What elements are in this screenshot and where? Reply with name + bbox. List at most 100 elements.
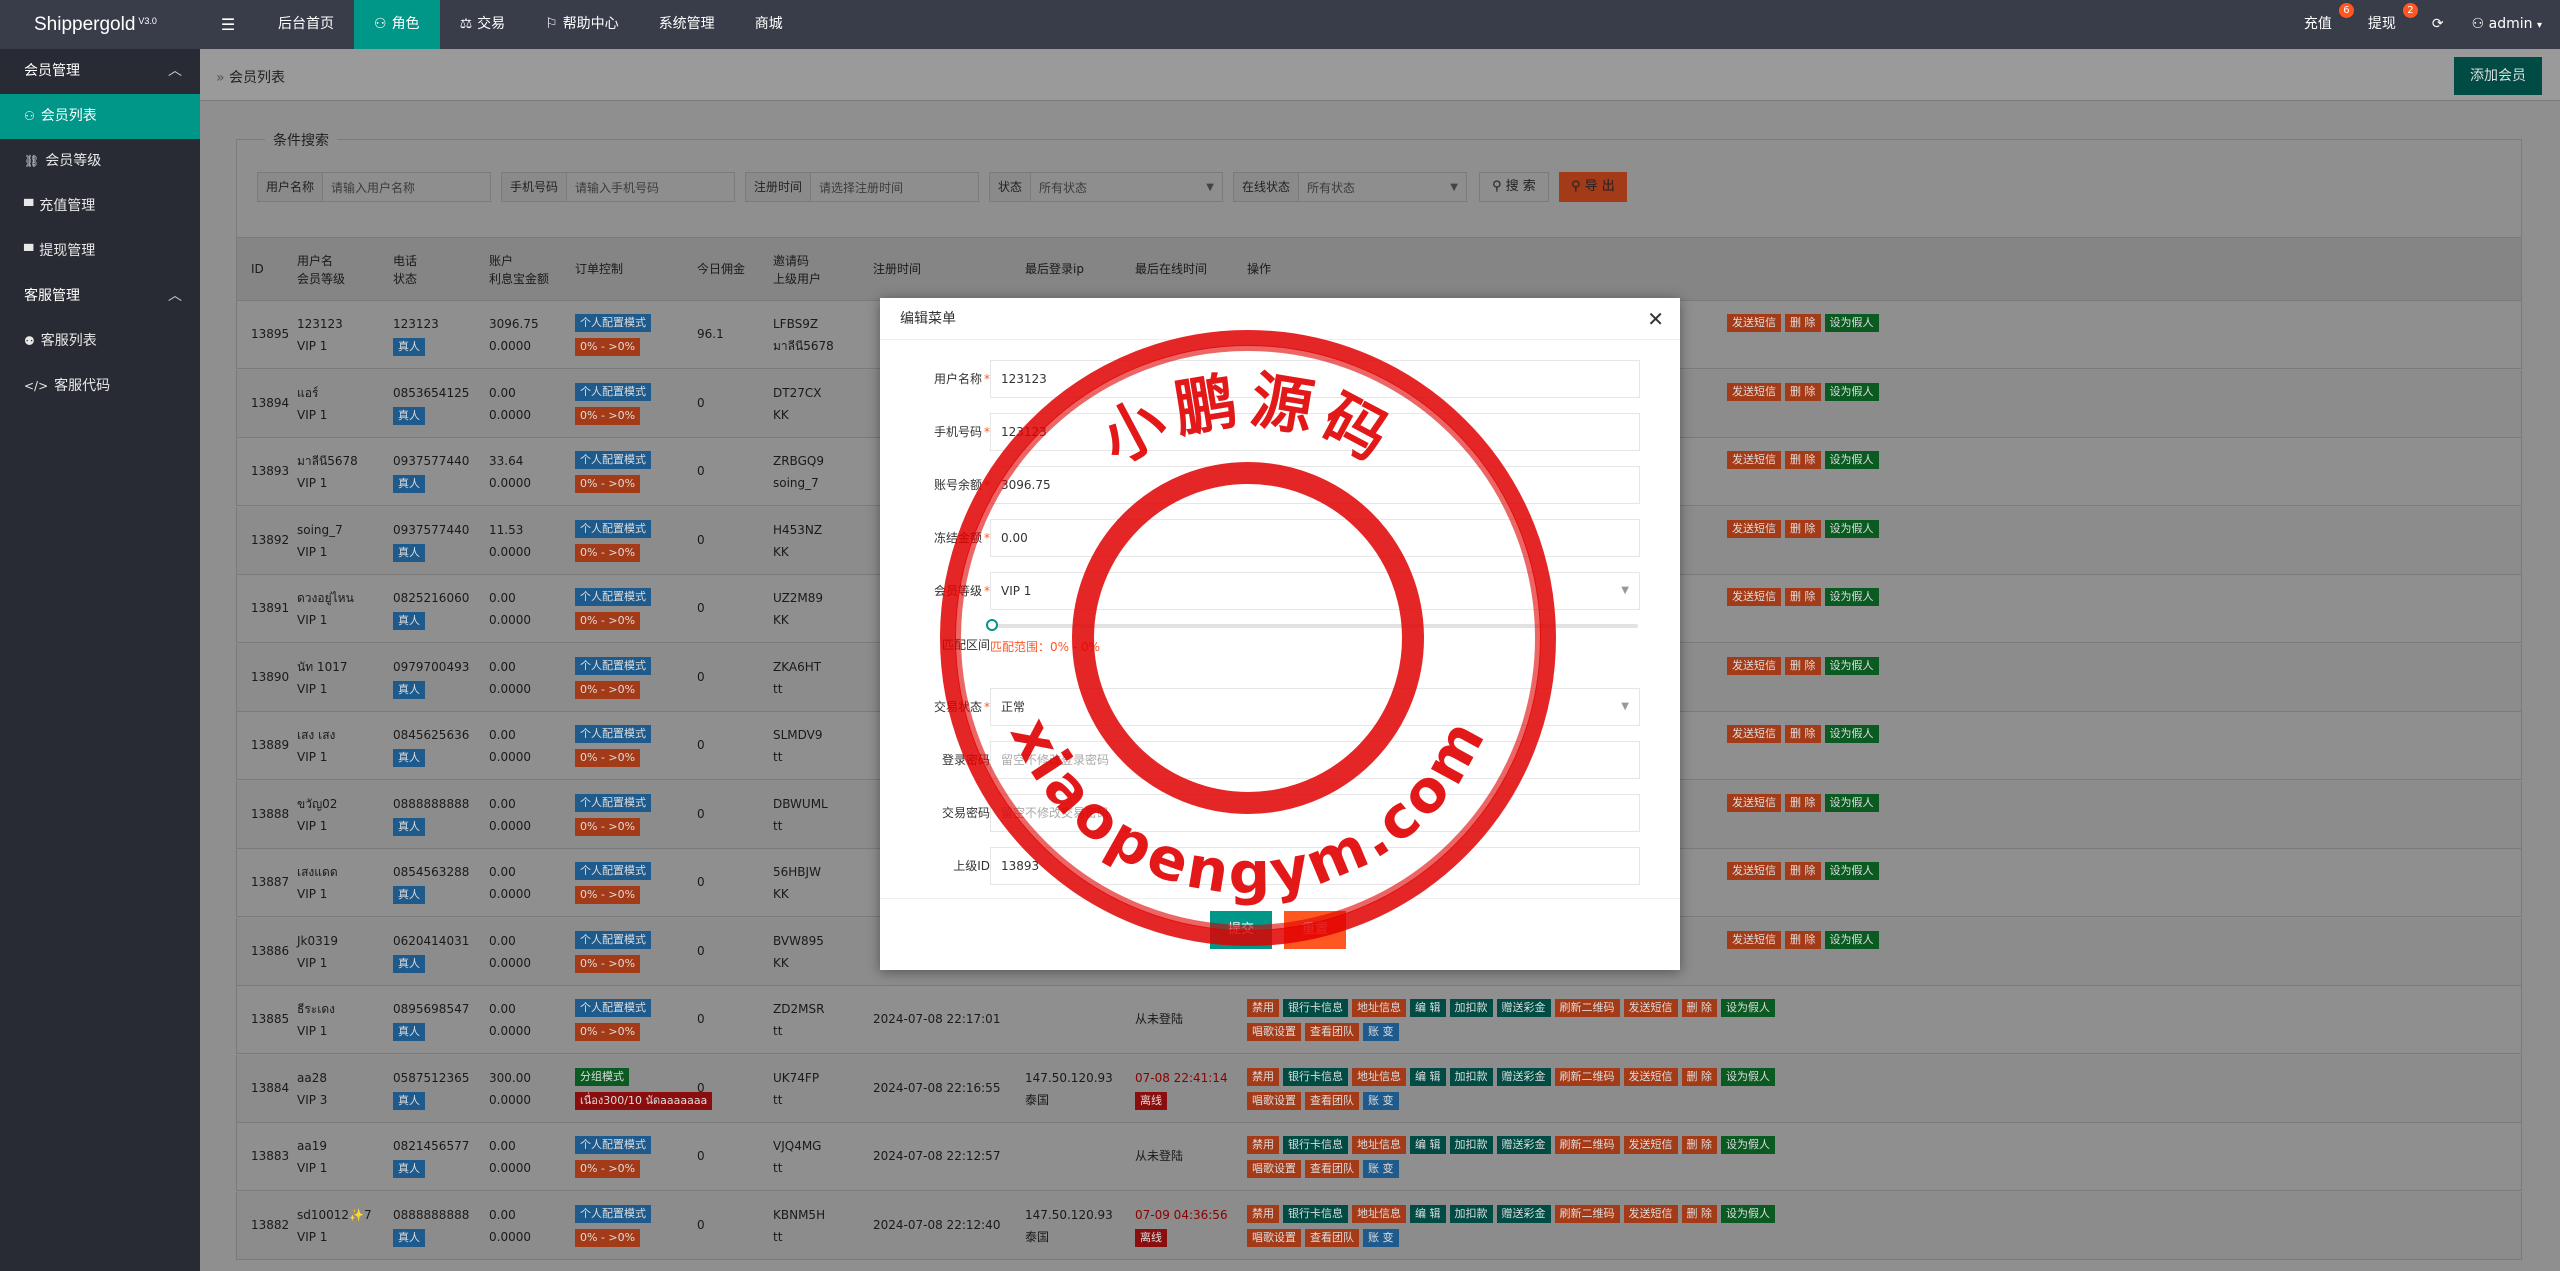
- op-button[interactable]: 禁用: [1247, 1067, 1279, 1086]
- nav-system[interactable]: 系统管理: [639, 0, 735, 49]
- op-button[interactable]: 删 除: [1785, 725, 1821, 743]
- op-button[interactable]: 加扣款: [1449, 1136, 1493, 1154]
- nav-mall[interactable]: 商城: [735, 0, 803, 49]
- op-button[interactable]: 删 除: [1785, 588, 1821, 606]
- level-select[interactable]: VIP 1 ▼: [990, 572, 1640, 610]
- op-button[interactable]: 编 辑: [1410, 1067, 1446, 1086]
- mode-badge[interactable]: 个人配置模式: [575, 1204, 651, 1223]
- op-button[interactable]: 加扣款: [1449, 1204, 1493, 1223]
- op-button[interactable]: 设为假人: [1824, 382, 1879, 401]
- op-button[interactable]: 账 变: [1363, 1023, 1399, 1041]
- op-button[interactable]: 删 除: [1681, 999, 1717, 1017]
- mode-badge[interactable]: 个人配置模式: [575, 793, 651, 812]
- recharge-link[interactable]: 充值 6: [2290, 0, 2354, 49]
- op-button[interactable]: 删 除: [1785, 793, 1821, 812]
- op-button[interactable]: 设为假人: [1721, 1204, 1775, 1223]
- op-button[interactable]: 加扣款: [1449, 999, 1493, 1017]
- sidebar-item-service-code[interactable]: </> 客服代码: [0, 364, 200, 409]
- op-button[interactable]: 账 变: [1363, 1091, 1399, 1110]
- mode-badge[interactable]: 分组模式: [575, 1067, 629, 1086]
- mode-badge[interactable]: 个人配置模式: [575, 930, 651, 949]
- add-member-button[interactable]: 添加会员: [2454, 57, 2542, 95]
- nav-trade[interactable]: ⚖ 交易: [440, 0, 526, 49]
- close-icon[interactable]: ✕: [1647, 306, 1664, 332]
- mode-badge[interactable]: 个人配置模式: [575, 519, 651, 538]
- op-button[interactable]: 删 除: [1785, 382, 1821, 401]
- op-button[interactable]: 设为假人: [1721, 1136, 1775, 1154]
- sidebar-group-members[interactable]: 会员管理 ︿: [0, 49, 200, 94]
- op-button[interactable]: 设为假人: [1721, 1067, 1775, 1086]
- submit-button[interactable]: 提交: [1210, 911, 1273, 949]
- phone-input[interactable]: 请输入手机号码: [567, 179, 734, 196]
- op-button[interactable]: 地址信息: [1352, 1136, 1406, 1154]
- op-button[interactable]: 编 辑: [1410, 1136, 1446, 1154]
- op-button[interactable]: 地址信息: [1352, 1204, 1406, 1223]
- user-menu[interactable]: ⚇ admin ▾: [2458, 0, 2560, 49]
- mode-badge[interactable]: 个人配置模式: [575, 999, 651, 1017]
- op-button[interactable]: 银行卡信息: [1283, 1067, 1348, 1086]
- op-button[interactable]: 删 除: [1785, 314, 1821, 332]
- online-select[interactable]: 所有状态: [1299, 179, 1450, 196]
- op-button[interactable]: 地址信息: [1352, 999, 1406, 1017]
- op-button[interactable]: 刷新二维码: [1554, 1067, 1620, 1086]
- mode-badge[interactable]: 个人配置模式: [575, 862, 651, 880]
- op-button[interactable]: 发送短信: [1623, 1204, 1678, 1223]
- nav-home[interactable]: 后台首页: [258, 0, 354, 49]
- op-button[interactable]: 发送短信: [1623, 1136, 1678, 1154]
- status-select[interactable]: 所有状态: [1031, 179, 1206, 196]
- op-button[interactable]: 设为假人: [1824, 725, 1879, 743]
- op-button[interactable]: 禁用: [1247, 999, 1279, 1017]
- search-button[interactable]: ⚲ 搜 索: [1479, 172, 1549, 202]
- op-button[interactable]: 禁用: [1247, 1204, 1279, 1223]
- op-button[interactable]: 银行卡信息: [1283, 1136, 1348, 1154]
- withdraw-link[interactable]: 提现 2: [2354, 0, 2418, 49]
- status-filter[interactable]: 状态 所有状态 ▼: [989, 172, 1223, 202]
- op-button[interactable]: 设为假人: [1824, 862, 1879, 880]
- mode-badge[interactable]: 个人配置模式: [575, 656, 651, 675]
- op-button[interactable]: 删 除: [1681, 1204, 1717, 1223]
- op-button[interactable]: 查看团队: [1305, 1023, 1359, 1041]
- trade-status-select[interactable]: 正常 ▼: [990, 688, 1640, 726]
- mode-badge[interactable]: 个人配置模式: [575, 725, 651, 743]
- op-button[interactable]: 发送短信: [1727, 588, 1781, 606]
- op-button[interactable]: 删 除: [1785, 862, 1821, 880]
- op-button[interactable]: 账 变: [1363, 1160, 1399, 1178]
- op-button[interactable]: 查看团队: [1305, 1228, 1359, 1247]
- op-button[interactable]: 刷新二维码: [1554, 1136, 1620, 1154]
- op-button[interactable]: 设为假人: [1824, 656, 1879, 675]
- op-button[interactable]: 唱歌设置: [1247, 1023, 1301, 1041]
- nav-role[interactable]: ⚇ 角色: [354, 0, 440, 49]
- op-button[interactable]: 赠送彩金: [1496, 1067, 1551, 1086]
- online-filter[interactable]: 在线状态 所有状态 ▼: [1233, 172, 1467, 202]
- username-input[interactable]: 请输入用户名称: [323, 179, 490, 196]
- app-logo[interactable]: Shippergold V3.0: [0, 0, 200, 49]
- parent-id-field[interactable]: 13893: [990, 847, 1640, 885]
- sidebar-item-member-level[interactable]: ⛓ 会员等级: [0, 139, 200, 184]
- op-button[interactable]: 设为假人: [1824, 314, 1879, 332]
- sidebar-item-recharge[interactable]: ▀ 充值管理: [0, 184, 200, 229]
- op-button[interactable]: 设为假人: [1824, 930, 1879, 949]
- op-button[interactable]: 禁用: [1247, 1136, 1279, 1154]
- op-button[interactable]: 编 辑: [1410, 1204, 1446, 1223]
- sidebar-item-member-list[interactable]: ⚇ 会员列表: [0, 94, 200, 139]
- op-button[interactable]: 删 除: [1681, 1136, 1717, 1154]
- op-button[interactable]: 查看团队: [1305, 1091, 1359, 1110]
- menu-toggle-icon[interactable]: ☰: [212, 0, 244, 49]
- op-button[interactable]: 加扣款: [1449, 1067, 1493, 1086]
- slider-handle[interactable]: [986, 619, 998, 631]
- refresh-icon[interactable]: ⟳: [2418, 0, 2458, 49]
- op-button[interactable]: 发送短信: [1623, 999, 1678, 1017]
- mode-badge[interactable]: 个人配置模式: [575, 588, 651, 606]
- op-button[interactable]: 银行卡信息: [1283, 999, 1348, 1017]
- op-button[interactable]: 设为假人: [1824, 588, 1879, 606]
- op-button[interactable]: 发送短信: [1727, 862, 1781, 880]
- op-button[interactable]: 刷新二维码: [1554, 999, 1620, 1017]
- trade-password-field[interactable]: 留空不修改交易密码: [990, 794, 1640, 832]
- op-button[interactable]: 设为假人: [1721, 999, 1775, 1017]
- mode-badge[interactable]: 个人配置模式: [575, 1136, 651, 1154]
- op-button[interactable]: 删 除: [1785, 451, 1821, 469]
- mode-badge[interactable]: 个人配置模式: [575, 314, 651, 332]
- op-button[interactable]: 发送短信: [1727, 519, 1781, 538]
- phone-field[interactable]: 123123: [990, 413, 1640, 451]
- op-button[interactable]: 唱歌设置: [1247, 1228, 1301, 1247]
